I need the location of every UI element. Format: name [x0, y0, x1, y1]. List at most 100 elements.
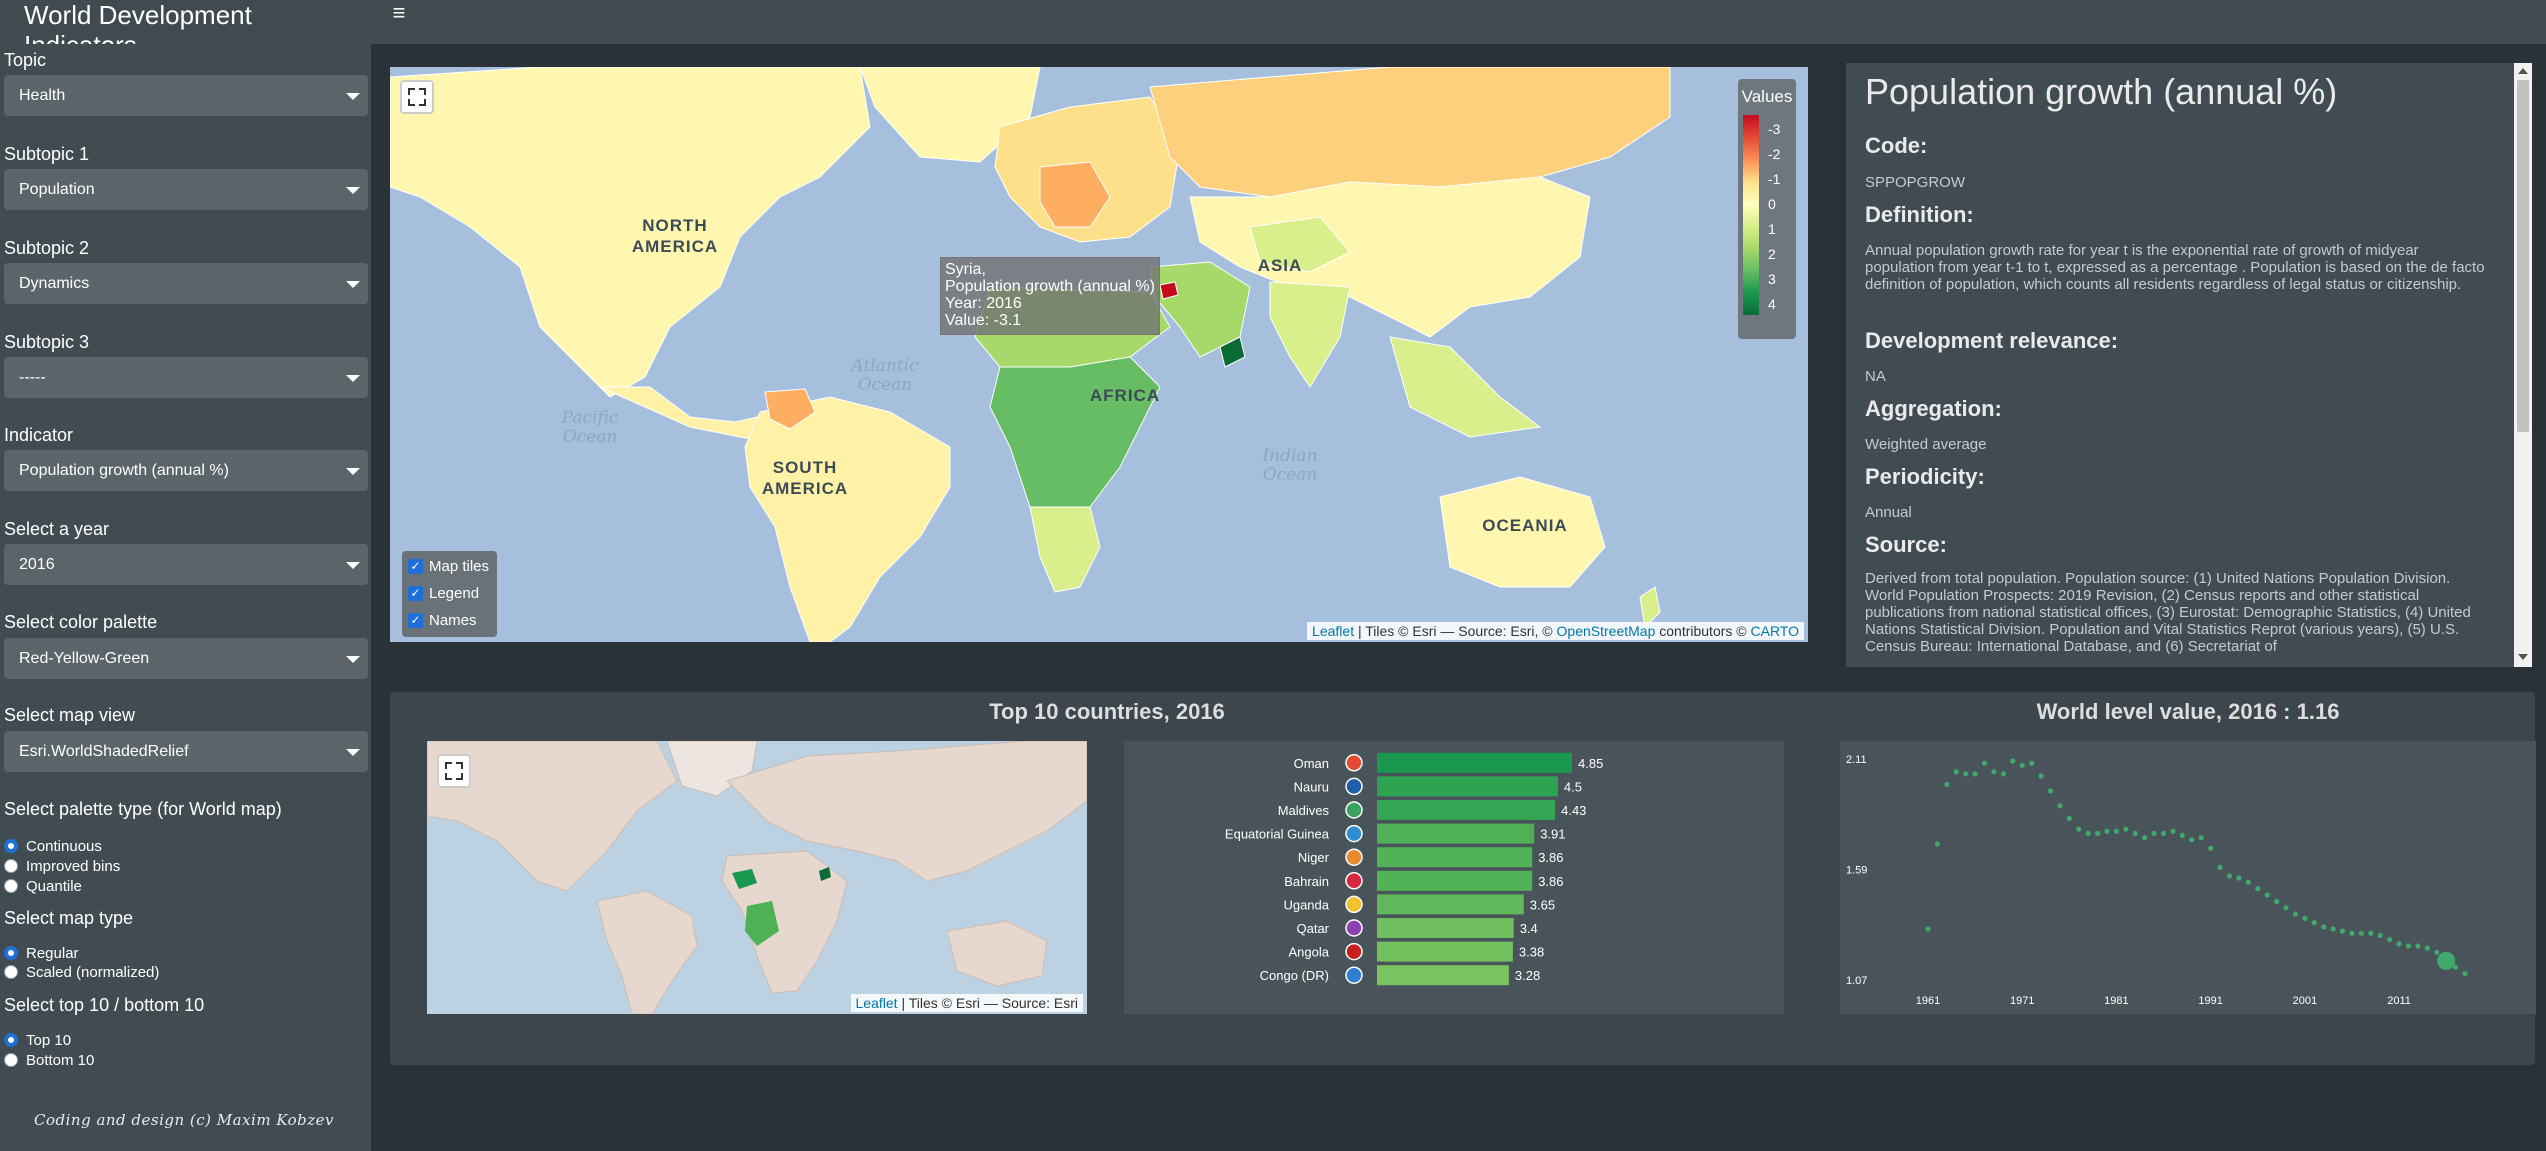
data-point: [2405, 943, 2412, 949]
data-point: [2358, 930, 2364, 936]
mini-map-fullscreen-icon[interactable]: [437, 754, 471, 788]
subtopic3-value: -----: [19, 369, 46, 386]
legend-tick: 0: [1768, 196, 1776, 212]
data-point: [1925, 926, 1931, 932]
attribution-text: contributors ©: [1655, 623, 1751, 639]
info-title: Population growth (annual %): [1865, 71, 2338, 112]
relevance-value: NA: [1865, 368, 1886, 385]
radio-continuous[interactable]: Continuous: [4, 836, 102, 856]
x-tick-label: 2001: [2293, 995, 2317, 1007]
x-tick-label: 1991: [2198, 995, 2222, 1007]
southern-africa-shape: [1029, 506, 1101, 593]
bar-category-label: Maldives: [1278, 803, 1330, 818]
subtopic1-label: Subtopic 1: [4, 144, 90, 164]
layer-names-checkbox[interactable]: ✓ Names: [408, 610, 477, 630]
data-point: [2160, 830, 2167, 836]
info-scrollbar-thumb[interactable]: [2517, 80, 2529, 432]
chevron-down-icon: [346, 468, 360, 475]
chevron-down-icon: [346, 749, 360, 756]
palette-select[interactable]: Red-Yellow-Green: [4, 638, 368, 679]
legend-tick: -3: [1768, 121, 1781, 137]
trend-chart-svg: 2.11 1.59 1.07 1961 1971 1981 1991 2001 2011: [1846, 754, 2468, 1007]
label-atlantic: Atlantic Ocean: [851, 356, 919, 395]
leaflet-link[interactable]: Leaflet: [856, 995, 898, 1011]
aggregation-value: Weighted average: [1865, 436, 1987, 453]
year-label: Select a year: [4, 519, 110, 539]
data-point: [2189, 837, 2195, 843]
credit-text: Coding and design (c) Maxim Kobzev: [34, 1111, 335, 1129]
chevron-down-icon: [346, 656, 360, 663]
data-point: [2198, 835, 2204, 841]
indicator-select[interactable]: Population growth (annual %): [4, 450, 368, 491]
relevance-heading: Development relevance:: [1865, 328, 2119, 353]
fullscreen-icon[interactable]: [400, 80, 434, 114]
bar: [1377, 823, 1535, 844]
country-flag-icon: [1345, 895, 1363, 914]
code-heading: Code:: [1865, 133, 1928, 158]
map-view-select[interactable]: Esri.WorldShadedRelief: [4, 731, 368, 772]
legend-color-ramp: [1743, 115, 1759, 315]
data-point: [2038, 773, 2044, 779]
subtopic3-select[interactable]: -----: [4, 357, 368, 398]
world-trend-chart: 2.11 1.59 1.07 1961 1971 1981 1991 2001 2011: [1840, 741, 2536, 1014]
data-point: [2179, 832, 2185, 839]
top10-mini-map[interactable]: Leaflet | Tiles © Esri — Source: Esri: [427, 741, 1087, 1014]
bar: [1377, 847, 1533, 868]
scroll-up-arrow-icon[interactable]: [2518, 68, 2528, 74]
radio-quantile[interactable]: Quantile: [4, 876, 82, 896]
data-point: [2094, 830, 2101, 836]
data-point: [2217, 864, 2223, 870]
chevron-down-icon: [346, 187, 360, 194]
radio-bottom10[interactable]: Bottom 10: [4, 1050, 94, 1070]
leaflet-link[interactable]: Leaflet: [1312, 623, 1354, 639]
layer-control: ✓ Map tiles ✓ Legend ✓ Names: [402, 551, 497, 637]
data-point: [2462, 971, 2468, 977]
data-point: [2368, 930, 2374, 936]
bar-value-label: 4.85: [1578, 756, 1603, 771]
chevron-down-icon: [346, 281, 360, 288]
data-point: [1963, 771, 1969, 777]
year-select[interactable]: 2016: [4, 544, 368, 585]
osm-link[interactable]: OpenStreetMap: [1557, 623, 1656, 639]
radio-top10[interactable]: Top 10: [4, 1030, 71, 1050]
world-map[interactable]: NORTH AMERICA SOUTH AMERICA ASIA AFRICA …: [390, 67, 1808, 642]
menu-icon[interactable]: ≡: [388, 0, 410, 28]
label-indian: Indian Ocean: [1262, 446, 1318, 485]
carto-link[interactable]: CARTO: [1751, 623, 1800, 639]
map-legend: Values -3 -2 -1 0 1 2 3 4: [1738, 79, 1796, 339]
map-attribution: Leaflet | Tiles © Esri — Source: Esri, ©…: [1307, 622, 1804, 640]
data-point: [2396, 941, 2402, 947]
topic-select[interactable]: Health: [4, 75, 368, 116]
data-point: [2264, 892, 2270, 898]
data-point: [2452, 964, 2459, 970]
radio-icon: [4, 1033, 18, 1047]
radio-regular[interactable]: Regular: [4, 943, 79, 963]
radio-improved-bins[interactable]: Improved bins: [4, 856, 120, 876]
layer-map-tiles-checkbox[interactable]: ✓ Map tiles: [408, 556, 489, 576]
subtopic2-select[interactable]: Dynamics: [4, 263, 368, 304]
legend-tick: -2: [1768, 146, 1781, 162]
label-north-america: NORTH AMERICA: [631, 216, 719, 256]
bar-category-label: Equatorial Guinea: [1225, 827, 1330, 842]
bar-value-label: 3.38: [1519, 945, 1544, 960]
country-flag-icon: [1345, 824, 1363, 843]
map-view-label: Select map view: [4, 705, 136, 725]
scroll-down-arrow-icon[interactable]: [2518, 654, 2528, 660]
legend-tick: 1: [1768, 221, 1776, 237]
subtopic1-select[interactable]: Population: [4, 169, 368, 210]
bar-value-label: 4.43: [1561, 803, 1586, 818]
x-tick-label: 2011: [2387, 995, 2411, 1007]
radio-label: Continuous: [26, 837, 102, 855]
top10-title: Top 10 countries, 2016: [989, 699, 1225, 724]
top10-bar-chart: Oman 4.85 Nauru 4.5 Maldives 4.43 Equatorial G…: [1124, 741, 1784, 1014]
radio-scaled[interactable]: Scaled (normalized): [4, 962, 159, 982]
world-value-title: World level value, 2016 : 1.16: [2036, 699, 2340, 724]
bar: [1377, 918, 1514, 938]
data-point: [2377, 932, 2383, 938]
bar-category-label: Bahrain: [1284, 874, 1329, 889]
top-bottom-label: Select top 10 / bottom 10: [4, 995, 205, 1015]
layer-legend-checkbox[interactable]: ✓ Legend: [408, 583, 479, 603]
indicator-label: Indicator: [4, 425, 74, 445]
bar-chart-svg: Oman 4.85 Nauru 4.5 Maldives 4.43 Equatorial G…: [1225, 752, 1603, 986]
radio-icon: [4, 965, 18, 979]
